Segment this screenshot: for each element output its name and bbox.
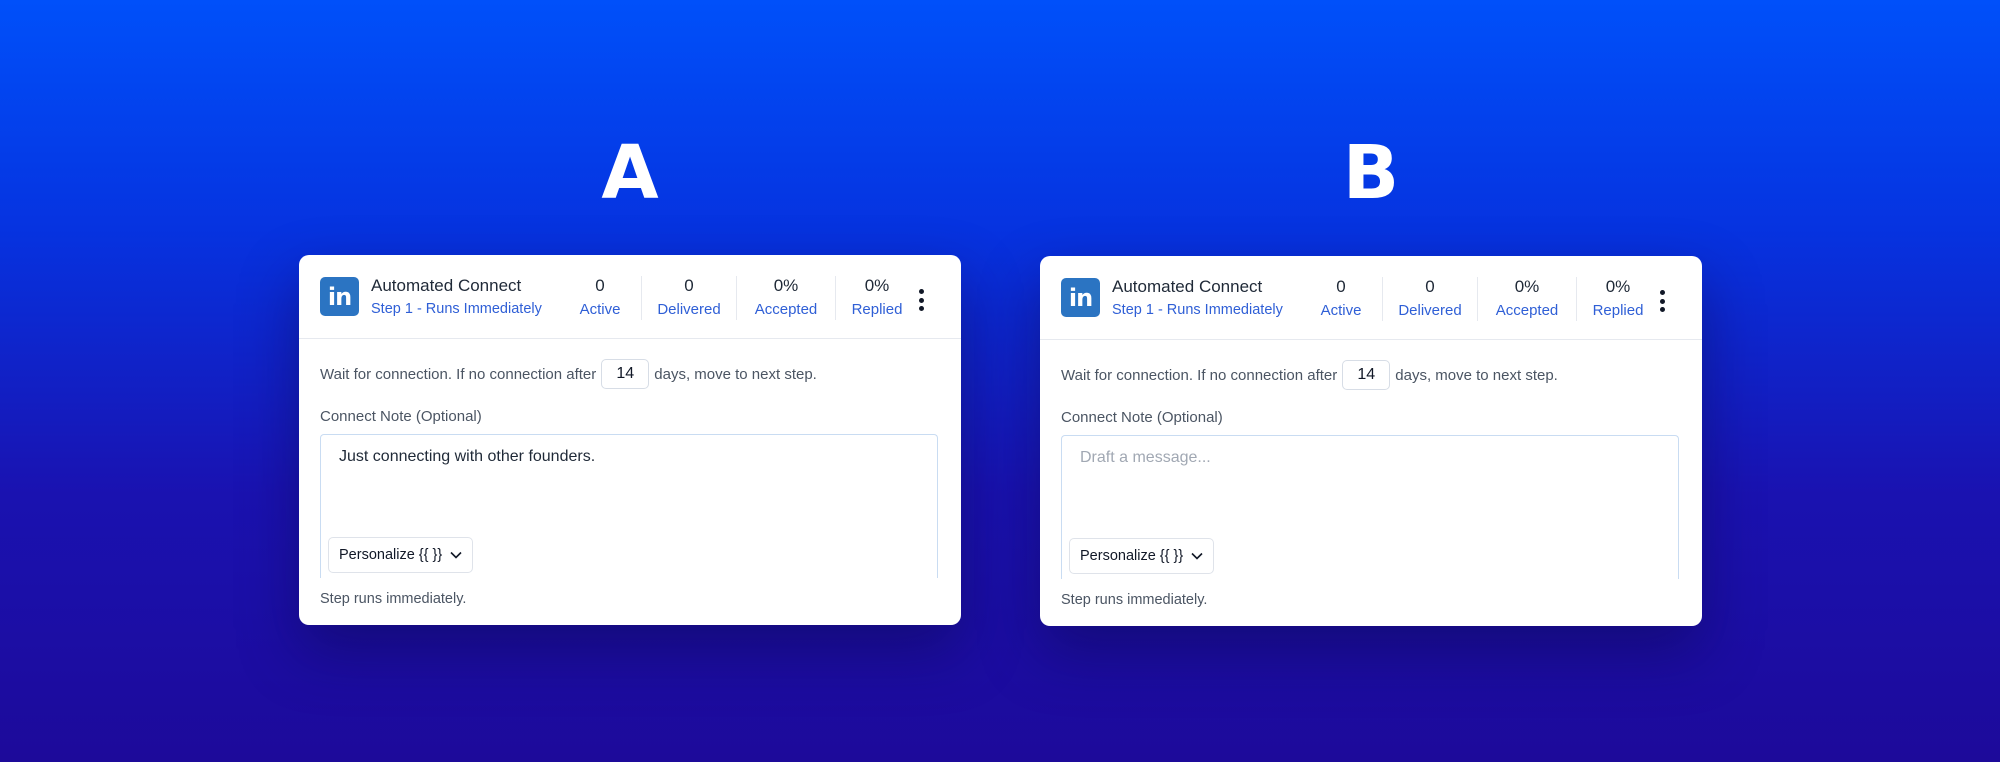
card-title: Automated Connect xyxy=(371,275,522,295)
wait-prefix: Wait for connection. If no connection af… xyxy=(320,365,597,383)
stat-delivered[interactable]: 0 Delivered xyxy=(642,276,736,320)
wait-prefix: Wait for connection. If no connection af… xyxy=(1061,366,1338,384)
step-card-b: in Automated Connect Step 1 - Runs Immed… xyxy=(1040,256,1702,626)
stat-active-label: Active xyxy=(579,301,621,318)
card-subtitle[interactable]: Step 1 - Runs Immediately xyxy=(371,299,571,319)
linkedin-icon: in xyxy=(1061,278,1100,317)
stat-delivered[interactable]: 0 Delivered xyxy=(1383,277,1477,321)
stat-replied-value: 0% xyxy=(1605,277,1631,296)
wait-suffix: days, move to next step. xyxy=(1395,366,1558,384)
wait-row: Wait for connection. If no connection af… xyxy=(320,359,940,389)
kebab-menu-icon[interactable] xyxy=(917,289,925,311)
title-block: Automated Connect Step 1 - Runs Immediat… xyxy=(1112,276,1312,320)
stat-active-label: Active xyxy=(1320,302,1362,319)
note-label: Connect Note (Optional) xyxy=(320,408,482,425)
stat-active[interactable]: 0 Active xyxy=(559,276,641,320)
stat-active-value: 0 xyxy=(595,276,605,295)
stat-accepted[interactable]: 0% Accepted xyxy=(1478,277,1576,321)
stat-active[interactable]: 0 Active xyxy=(1300,277,1382,321)
card-header: in Automated Connect Step 1 - Runs Immed… xyxy=(1040,256,1702,340)
note-label: Connect Note (Optional) xyxy=(1061,409,1223,426)
stat-accepted-value: 0% xyxy=(773,276,799,295)
stat-replied-label: Replied xyxy=(1592,302,1644,319)
linkedin-icon: in xyxy=(320,277,359,316)
note-placeholder: Draft a message... xyxy=(1080,449,1211,466)
stats-row: 0 Active 0 Delivered 0% Accepted 0% Repl… xyxy=(559,276,918,320)
footer-note: Step runs immediately. xyxy=(320,591,467,607)
stat-delivered-value: 0 xyxy=(1425,277,1435,296)
connect-note-textarea[interactable]: Draft a message... Personalize {{ }} xyxy=(1061,435,1679,579)
stat-replied-label: Replied xyxy=(851,301,903,318)
kebab-menu-icon[interactable] xyxy=(1658,290,1666,312)
step-card-a: in Automated Connect Step 1 - Runs Immed… xyxy=(299,255,961,625)
stat-accepted-label: Accepted xyxy=(754,301,818,318)
card-header: in Automated Connect Step 1 - Runs Immed… xyxy=(299,255,961,339)
stats-row: 0 Active 0 Delivered 0% Accepted 0% Repl… xyxy=(1300,277,1659,321)
stat-replied[interactable]: 0% Replied xyxy=(1577,277,1659,321)
variant-label-a: A xyxy=(601,130,659,216)
wait-suffix: days, move to next step. xyxy=(654,365,817,383)
stat-active-value: 0 xyxy=(1336,277,1346,296)
variant-label-b: B xyxy=(1342,130,1400,216)
note-text: Just connecting with other founders. xyxy=(339,448,596,465)
card-subtitle[interactable]: Step 1 - Runs Immediately xyxy=(1112,300,1312,320)
personalize-button[interactable]: Personalize {{ }} xyxy=(328,537,474,573)
stat-accepted-label: Accepted xyxy=(1495,302,1559,319)
stat-accepted-value: 0% xyxy=(1514,277,1540,296)
personalize-button[interactable]: Personalize {{ }} xyxy=(1069,538,1215,574)
card-title: Automated Connect xyxy=(1112,276,1263,296)
stat-accepted[interactable]: 0% Accepted xyxy=(737,276,835,320)
wait-row: Wait for connection. If no connection af… xyxy=(1061,360,1681,390)
title-block: Automated Connect Step 1 - Runs Immediat… xyxy=(371,275,571,319)
footer-note: Step runs immediately. xyxy=(1061,592,1208,608)
days-input[interactable] xyxy=(601,359,650,389)
connect-note-textarea[interactable]: Just connecting with other founders. Per… xyxy=(320,434,938,578)
stat-replied[interactable]: 0% Replied xyxy=(836,276,918,320)
card-body: Wait for connection. If no connection af… xyxy=(1040,340,1702,609)
chevron-down-icon xyxy=(1191,552,1203,560)
personalize-label: Personalize {{ }} xyxy=(339,547,443,563)
stat-delivered-label: Delivered xyxy=(657,301,721,318)
stat-delivered-value: 0 xyxy=(684,276,694,295)
personalize-label: Personalize {{ }} xyxy=(1080,548,1184,564)
days-input[interactable] xyxy=(1342,360,1391,390)
stat-delivered-label: Delivered xyxy=(1398,302,1462,319)
card-body: Wait for connection. If no connection af… xyxy=(299,339,961,608)
stat-replied-value: 0% xyxy=(864,276,890,295)
chevron-down-icon xyxy=(450,551,462,559)
